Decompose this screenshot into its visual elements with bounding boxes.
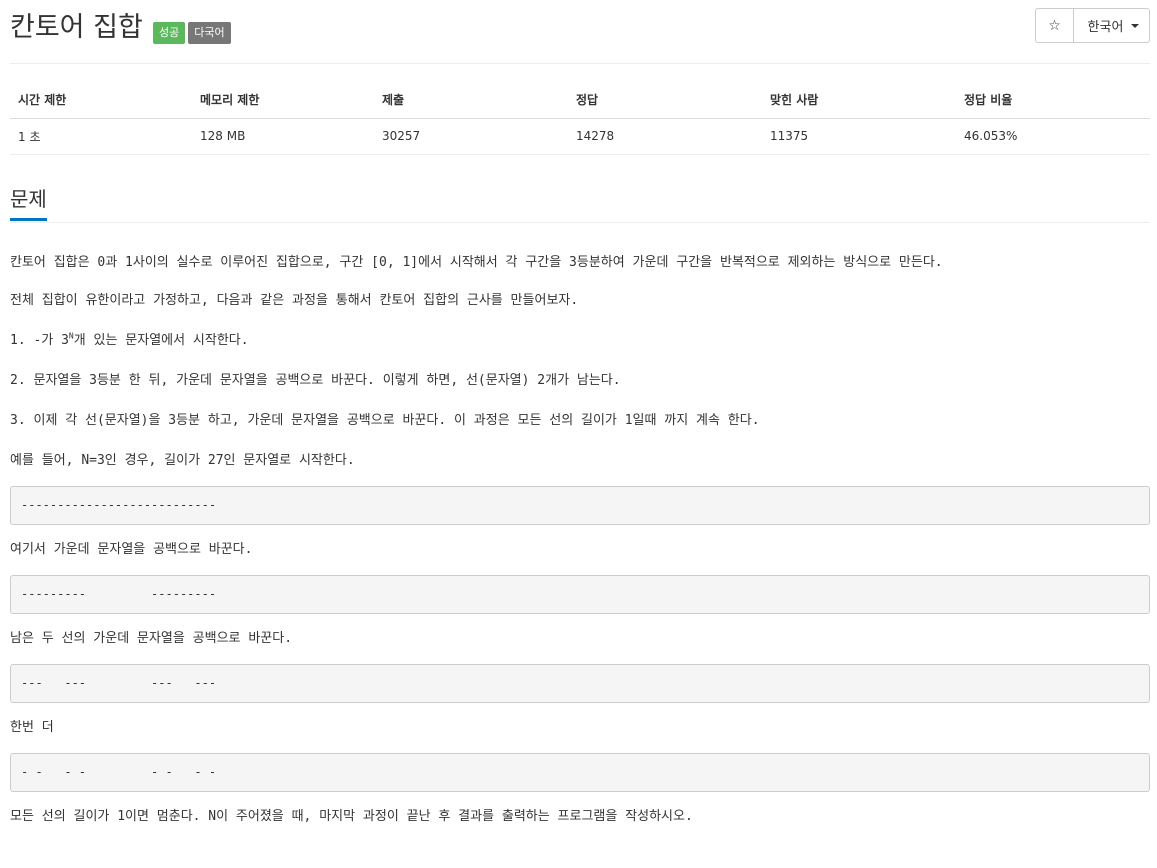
col-header-submissions: 제출 [374, 82, 568, 119]
language-dropdown[interactable]: 한국어 [1074, 8, 1150, 43]
col-header-memory-limit: 메모리 제한 [192, 82, 374, 119]
table-header-row: 시간 제한 메모리 제한 제출 정답 맞힌 사람 정답 비율 [10, 82, 1150, 119]
description-paragraph: 남은 두 선의 가운데 문자열을 공백으로 바꾼다. [10, 631, 293, 646]
step-1-text-end: 개 있는 문자열에서 시작한다. [73, 333, 249, 348]
code-block: --------------------------- [10, 486, 1150, 525]
example-paragraph: 예를 들어, N=3인 경우, 길이가 27인 문자열로 시작한다. [10, 453, 355, 468]
description-paragraph: 전체 집합이 유한이라고 가정하고, 다음과 같은 과정을 통해서 칸토어 집합… [10, 293, 579, 308]
step-1-text: 1. -가 3 [10, 333, 69, 348]
description-paragraph: 칸토어 집합은 0과 1사이의 실수로 이루어진 집합으로, 구간 [0, 1]… [10, 255, 943, 270]
ratio-value: 46.053% [956, 118, 1150, 155]
status-badge-success: 성공 [153, 22, 186, 44]
language-label: 한국어 [1087, 20, 1124, 35]
code-block: --------- --------- [10, 575, 1150, 614]
section-title: 문제 [10, 182, 47, 221]
description-paragraph: 모든 선의 길이가 1이면 멈춘다. N이 주어졌을 때, 마지막 과정이 끝난… [10, 809, 693, 824]
multilingual-badge: 다국어 [188, 22, 231, 44]
memory-limit-value: 128 MB [192, 118, 374, 155]
step-3-paragraph: 3. 이제 각 선(문자열)을 3등분 하고, 가운데 문자열을 공백으로 바꾼… [10, 413, 760, 428]
star-icon: ☆ [1048, 17, 1061, 34]
problem-page: 칸토어 집합 성공 다국어 ☆ 한국어 시간 제한 메모리 제한 제출 정답 맞… [0, 0, 1157, 868]
col-header-ratio: 정답 비율 [956, 82, 1150, 119]
col-header-accepted: 정답 [568, 82, 762, 119]
toolbar: ☆ 한국어 [1035, 8, 1150, 43]
code-block: --- --- --- --- [10, 664, 1150, 703]
description-paragraph: 여기서 가운데 문자열을 공백으로 바꾼다. [10, 542, 253, 557]
star-button[interactable]: ☆ [1035, 8, 1074, 43]
page-title: 칸토어 집합 [10, 12, 143, 43]
solvers-value: 11375 [762, 118, 956, 155]
accepted-value: 14278 [568, 118, 762, 155]
problem-info-table: 시간 제한 메모리 제한 제출 정답 맞힌 사람 정답 비율 1 초 128 M… [10, 82, 1150, 155]
submissions-value: 30257 [374, 118, 568, 155]
chevron-down-icon [1131, 23, 1140, 28]
description-paragraph: 한번 더 [10, 720, 54, 735]
step-1-paragraph: 1. -가 3N개 있는 문자열에서 시작한다. [10, 326, 1150, 356]
problem-section-header: 문제 [10, 182, 1150, 223]
col-header-solvers: 맞힌 사람 [762, 82, 956, 119]
title-row: 칸토어 집합 성공 다국어 ☆ 한국어 [10, 0, 1150, 64]
step-2-paragraph: 2. 문자열을 3등분 한 뒤, 가운데 문자열을 공백으로 바꾼다. 이렇게 … [10, 373, 621, 388]
table-row: 1 초 128 MB 30257 14278 11375 46.053% [10, 118, 1150, 155]
badge-group: 성공 다국어 [153, 22, 231, 44]
problem-description: 칸토어 집합은 0과 1사이의 실수로 이루어진 집합으로, 구간 [0, 1]… [10, 248, 1150, 832]
code-block: - - - - - - - - [10, 753, 1150, 792]
col-header-time-limit: 시간 제한 [10, 82, 192, 119]
time-limit-value: 1 초 [10, 118, 192, 155]
